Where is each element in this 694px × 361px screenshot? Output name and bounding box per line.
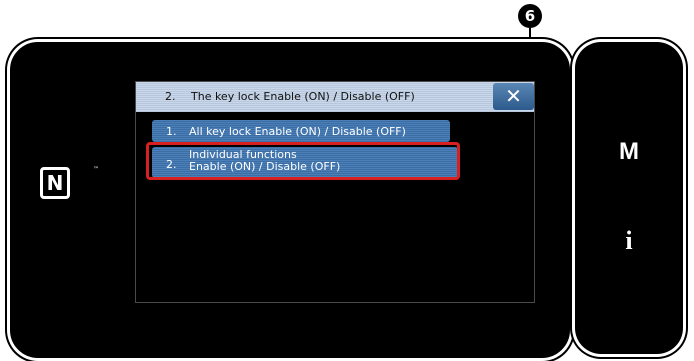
title-number: 2.: [165, 90, 176, 103]
menu-item-all-key-lock[interactable]: 1. All key lock Enable (ON) / Disable (O…: [152, 120, 450, 142]
nfc-icon: N: [40, 167, 70, 199]
menu-item-number: 1.: [166, 125, 177, 138]
close-icon: ✕: [505, 84, 522, 108]
callout-marker: 6: [518, 4, 542, 28]
selection-highlight: [146, 142, 460, 180]
touch-screen: 2. The key lock Enable (ON) / Disable (O…: [135, 81, 535, 303]
side-panel: [575, 42, 683, 354]
menu-item-label: All key lock Enable (ON) / Disable (OFF): [189, 125, 406, 138]
mode-button[interactable]: M: [575, 138, 683, 166]
nfc-trademark: ™: [93, 166, 99, 173]
info-button[interactable]: i: [575, 226, 683, 256]
close-button[interactable]: ✕: [493, 83, 534, 110]
page-title: The key lock Enable (ON) / Disable (OFF): [191, 90, 415, 103]
title-bar: 2. The key lock Enable (ON) / Disable (O…: [136, 82, 534, 112]
